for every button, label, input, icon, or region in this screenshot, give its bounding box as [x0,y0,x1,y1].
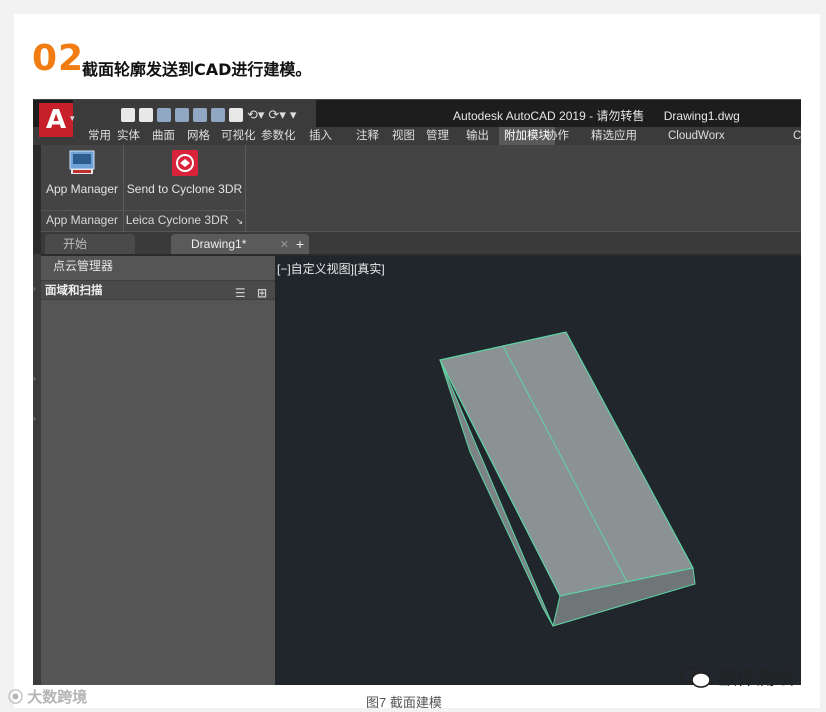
ribbon-tab[interactable]: 网格 [187,127,210,145]
watermark-text: 欧徕测绘 [718,667,795,689]
autocad-screenshot: ⟲▾ ⟳▾ ▾ Autodesk AutoCAD 2019 - 请勿转售 Dra… [33,99,801,685]
ribbon-tab-bar: 常用 实体 曲面 网格 可视化 参数化 插入 注释 视图 管理 输出 附加模块 协作 精选应用 CloudW… [33,127,801,145]
save-icon[interactable] [157,108,171,122]
cyclone-panel-label: Leica Cyclone 3DR ↘ [124,210,245,229]
cyclone-panel-label-text: Leica Cyclone 3DR [125,213,229,227]
section-number: 02 [32,38,85,79]
app-menu-caret-icon[interactable]: ▾ [70,113,75,124]
tree-view-icon[interactable]: ⊞ [257,286,267,300]
undo-icon[interactable]: ⟲▾ [247,108,264,122]
point-cloud-manager-palette: 点云管理器 面域和扫描 ☰ ⊞ [41,256,275,685]
ribbon-tab[interactable]: C( [793,127,801,145]
chevron-icon[interactable]: › [33,374,36,383]
ribbon-tab[interactable]: 曲面 [152,127,175,145]
ribbon-tab[interactable]: 实体 [117,127,140,145]
chevron-icon[interactable]: › [33,284,36,293]
open-file-icon[interactable] [139,108,153,122]
open-web-icon[interactable] [193,108,207,122]
send-to-cyclone-button[interactable]: Send to Cyclone 3DR [124,149,245,199]
document-name: Drawing1.dwg [663,109,740,123]
ribbon-tab[interactable]: 注释 [356,127,379,145]
list-view-icon[interactable]: ☰ [235,286,246,300]
figure-caption: 图7 截面建模 [366,695,442,710]
autocad-logo-button[interactable]: A [39,103,73,137]
tab-drawing1-label: Drawing1* [191,237,247,251]
app-manager-button[interactable]: App Manager [41,149,123,199]
send-to-cyclone-label: Send to Cyclone 3DR [126,182,243,196]
palette-row-tools: ☰ ⊞ [235,283,267,303]
ribbon-tab[interactable]: CloudWorx [668,127,725,145]
redo-icon[interactable]: ⟳▾ [268,108,285,122]
sections-and-sweeps-label: 面域和扫描 [45,285,103,297]
document-tab-bar: 开始 Drawing1* ✕ + [41,232,801,254]
ribbon-tab[interactable]: 插入 [309,127,332,145]
quick-access-toolbar: ⟲▾ ⟳▾ ▾ [73,100,316,128]
ribbon-tab[interactable]: 管理 [426,127,449,145]
tab-start[interactable]: 开始 [45,234,135,254]
left-tool-strip: › › › [33,254,41,685]
panel-expand-icon[interactable]: ↘ [236,216,244,226]
window-title: Autodesk AutoCAD 2019 - 请勿转售 Drawing1.dw… [453,107,740,124]
palette-header: 点云管理器 [53,259,114,273]
bottom-logo-icon: ⦿ [8,689,24,706]
cyclone-panel: Send to Cyclone 3DR Leica Cyclone 3DR ↘ [124,145,246,231]
ribbon-tab[interactable]: 常用 [88,127,111,145]
section-title: 截面轮廓发送到CAD进行建模。 [82,60,312,79]
app-manager-panel-label: App Manager [41,210,123,229]
sections-and-sweeps-row[interactable]: 面域和扫描 ☰ ⊞ [41,280,275,300]
save-as-icon[interactable] [175,108,189,122]
chevron-icon[interactable]: › [33,414,36,423]
drawing-viewport[interactable]: [−]自定义视图][真实] [275,256,801,685]
app-manager-icon [69,150,95,174]
bottom-logo-text: 大数跨境 [27,689,88,706]
app-manager-button-label: App Manager [45,182,119,196]
ribbon-tab[interactable]: 精选应用 [591,127,637,145]
tab-drawing1[interactable]: Drawing1* ✕ [171,234,309,254]
ribbon-tab[interactable]: 视图 [392,127,415,145]
title-bar: ⟲▾ ⟳▾ ▾ Autodesk AutoCAD 2019 - 请勿转售 Dra… [33,99,801,128]
app-title: Autodesk AutoCAD 2019 - 请勿转售 [453,109,645,123]
bottom-logo: ⦿ 大数跨境 [8,686,87,707]
close-tab-icon[interactable]: ✕ [280,239,289,251]
app-manager-panel: App Manager App Manager [41,145,124,231]
save-web-icon[interactable] [211,108,225,122]
ribbon-tab[interactable]: 参数化 [261,127,296,145]
print-icon[interactable] [229,108,243,122]
customize-qat-icon[interactable]: ▾ [290,108,297,122]
ribbon: App Manager App Manager Send to Cyclone … [41,145,801,232]
new-file-icon[interactable] [121,108,135,122]
cyclone-icon [171,150,198,176]
ribbon-tab[interactable]: 可视化 [221,127,256,145]
new-tab-button[interactable]: + [291,236,309,252]
wechat-icon [680,666,711,688]
section-model [439,331,696,627]
ribbon-tab[interactable]: 输出 [466,127,489,145]
ribbon-tab[interactable]: 协作 [546,127,569,145]
